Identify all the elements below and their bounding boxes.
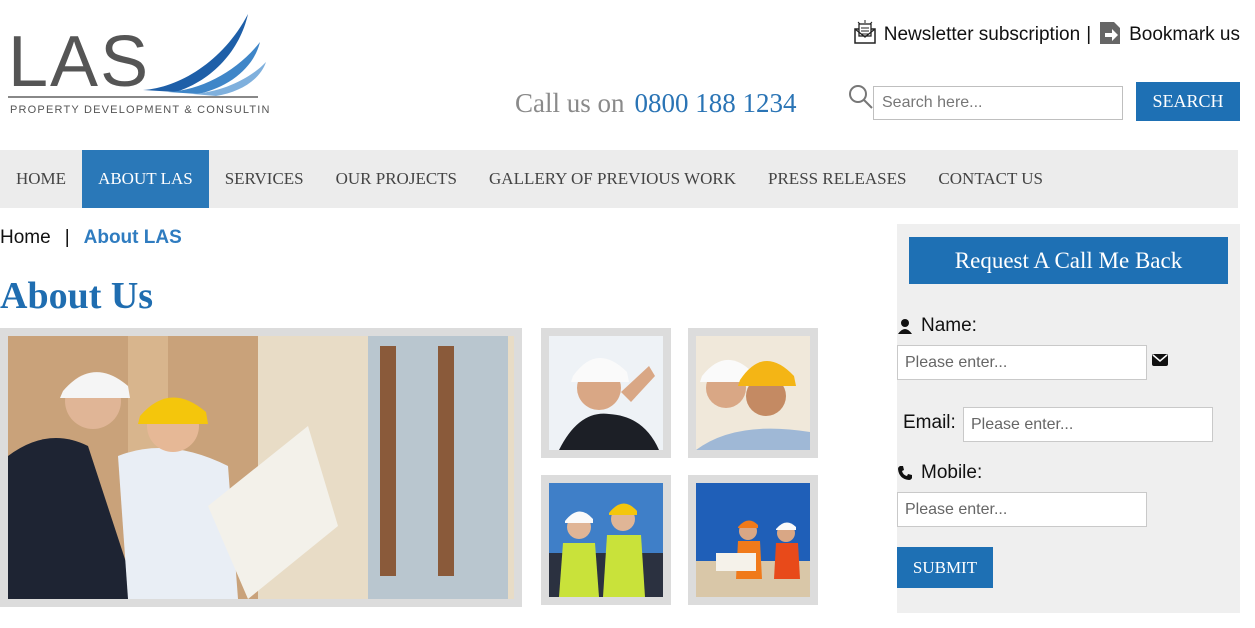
search-input[interactable] bbox=[873, 86, 1123, 120]
callback-form: Request A Call Me Back Name: Email: Mobi… bbox=[897, 224, 1240, 613]
phone-icon bbox=[897, 465, 913, 481]
breadcrumb-separator: | bbox=[64, 227, 70, 248]
nav-item-press[interactable]: PRESS RELEASES bbox=[752, 150, 922, 208]
logo-tagline: PROPERTY DEVELOPMENT & CONSULTING bbox=[10, 104, 270, 116]
envelope-icon bbox=[1152, 352, 1168, 368]
email-label-row: Email: bbox=[903, 412, 956, 434]
newsletter-icon[interactable] bbox=[852, 20, 878, 46]
search-icon bbox=[848, 84, 874, 110]
gallery-photo-3 bbox=[541, 475, 671, 605]
call-us: Call us on 0800 188 1234 bbox=[515, 88, 797, 119]
page-title: About Us bbox=[0, 275, 154, 317]
nav-item-projects[interactable]: OUR PROJECTS bbox=[320, 150, 473, 208]
name-label-row: Name: bbox=[897, 315, 977, 337]
nav-item-contact[interactable]: CONTACT US bbox=[922, 150, 1059, 208]
call-us-label: Call us on bbox=[515, 88, 625, 118]
nav-item-home[interactable]: HOME bbox=[0, 150, 82, 208]
toplinks-separator: | bbox=[1086, 24, 1092, 45]
site-logo[interactable]: LAS PROPERTY DEVELOPMENT & CONSULTING bbox=[8, 12, 270, 120]
nav-item-about[interactable]: ABOUT LAS bbox=[82, 150, 209, 208]
breadcrumb-home[interactable]: Home bbox=[0, 227, 51, 248]
user-icon bbox=[897, 318, 913, 334]
gallery-photo-4 bbox=[688, 475, 818, 605]
breadcrumb-current: About LAS bbox=[83, 227, 182, 248]
mobile-label: Mobile: bbox=[921, 462, 983, 483]
search-button[interactable]: SEARCH bbox=[1136, 82, 1240, 121]
mobile-field[interactable] bbox=[897, 492, 1147, 527]
newsletter-link[interactable]: Newsletter subscription bbox=[884, 24, 1080, 46]
phone-number[interactable]: 0800 188 1234 bbox=[635, 88, 797, 118]
bookmark-link[interactable]: Bookmark us bbox=[1129, 24, 1240, 46]
top-links: Newsletter subscription | Bookmark us bbox=[852, 20, 1240, 46]
main-photo bbox=[0, 328, 522, 607]
email-field[interactable] bbox=[963, 407, 1213, 442]
email-label: Email: bbox=[903, 412, 956, 433]
gallery-photo-1 bbox=[541, 328, 671, 458]
submit-button[interactable]: SUBMIT bbox=[897, 547, 993, 588]
callback-form-heading: Request A Call Me Back bbox=[909, 237, 1228, 284]
breadcrumb: Home | About LAS bbox=[0, 227, 182, 249]
logo-text: LAS bbox=[8, 22, 150, 102]
bookmark-icon[interactable] bbox=[1097, 20, 1123, 46]
name-field[interactable] bbox=[897, 345, 1147, 380]
mobile-label-row: Mobile: bbox=[897, 462, 982, 484]
gallery-photo-2 bbox=[688, 328, 818, 458]
nav-item-services[interactable]: SERVICES bbox=[209, 150, 320, 208]
name-label: Name: bbox=[921, 315, 977, 336]
nav-item-gallery[interactable]: GALLERY OF PREVIOUS WORK bbox=[473, 150, 752, 208]
main-nav: HOME ABOUT LAS SERVICES OUR PROJECTS GAL… bbox=[0, 150, 1238, 208]
